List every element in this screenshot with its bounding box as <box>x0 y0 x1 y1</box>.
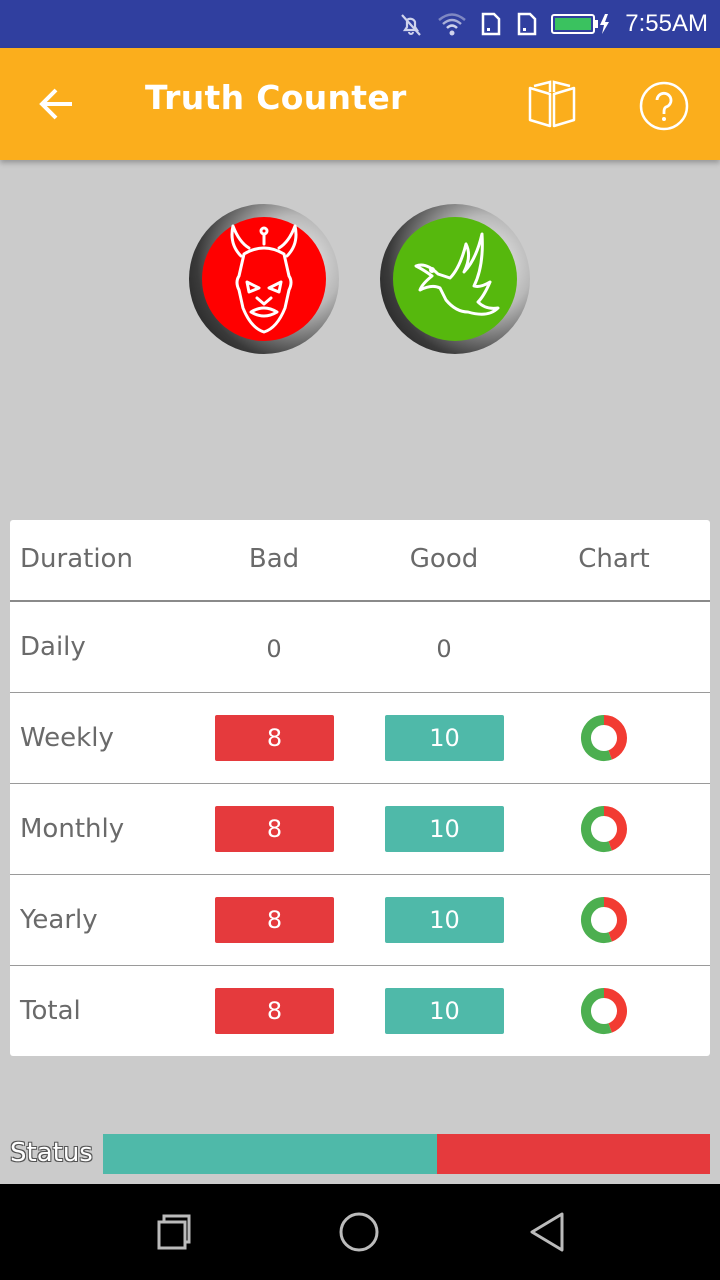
clock-time: 7:55AM <box>625 10 708 37</box>
table-row-monthly: Monthly 8 10 <box>10 784 710 875</box>
donut-good-segment <box>581 988 612 1034</box>
guide-button[interactable] <box>526 78 578 130</box>
donut-bad-segment <box>603 806 627 851</box>
donut-bad-segment <box>603 715 627 760</box>
donut-chart-icon[interactable] <box>579 713 629 763</box>
donut-chart-icon[interactable] <box>579 804 629 854</box>
good-count: 10 <box>385 715 504 761</box>
bad-count: 8 <box>215 806 334 852</box>
header-good: Good <box>409 544 479 574</box>
table-row-yearly: Yearly 8 10 <box>10 875 710 966</box>
book-icon <box>528 80 576 128</box>
recent-apps-icon <box>157 1214 191 1250</box>
donut-chart-icon[interactable] <box>579 895 629 945</box>
good-count: 0 <box>436 635 452 663</box>
donut-bad-segment <box>603 897 627 942</box>
page-title: Truth Counter <box>145 78 407 117</box>
header-duration: Duration <box>20 544 133 574</box>
table-row-daily: Daily 0 0 <box>10 602 710 693</box>
row-label: Daily <box>20 632 86 662</box>
donut-good-segment <box>581 806 612 852</box>
donut-chart-icon[interactable] <box>579 986 629 1036</box>
good-count: 10 <box>385 897 504 943</box>
recent-apps-button[interactable] <box>151 1210 195 1254</box>
back-triangle-icon <box>530 1212 564 1252</box>
sim-card-icon <box>518 12 537 36</box>
dove-icon <box>414 232 500 316</box>
back-arrow-icon <box>39 88 72 120</box>
home-button[interactable] <box>337 1210 381 1254</box>
donut-good-segment <box>581 897 612 943</box>
row-label: Monthly <box>20 814 125 844</box>
back-button[interactable] <box>30 82 82 126</box>
row-label: Yearly <box>20 905 98 935</box>
status-good-segment <box>103 1134 437 1174</box>
good-count: 10 <box>385 988 504 1034</box>
good-counter-button[interactable] <box>380 204 530 354</box>
donut-good-segment <box>581 715 612 761</box>
table-header: Duration Bad Good Chart <box>10 520 710 602</box>
stats-table: Duration Bad Good Chart Daily 0 0 Weekly… <box>10 520 710 1056</box>
good-count: 10 <box>385 806 504 852</box>
header-chart: Chart <box>578 544 650 574</box>
battery-charging-icon <box>551 14 610 34</box>
bad-count: 8 <box>215 897 334 943</box>
home-icon <box>339 1212 379 1252</box>
status-icons: 7:55AM <box>397 0 708 48</box>
row-label: Weekly <box>20 723 114 753</box>
status-ratio-bar <box>103 1134 710 1174</box>
app-bar: Truth Counter <box>0 48 720 160</box>
sim-card-icon <box>482 12 501 36</box>
table-row-weekly: Weekly 8 10 <box>10 693 710 784</box>
wifi-icon <box>438 13 467 36</box>
system-nav-bar <box>0 1184 720 1280</box>
bad-count: 8 <box>215 988 334 1034</box>
bad-count: 8 <box>215 715 334 761</box>
bad-count: 0 <box>266 635 282 663</box>
nav-back-button[interactable] <box>526 1210 570 1254</box>
status-bad-segment <box>436 1134 710 1174</box>
header-bad: Bad <box>248 544 300 574</box>
help-icon <box>639 81 689 131</box>
notifications-off-icon <box>401 14 422 36</box>
table-row-total: Total 8 10 <box>10 966 710 1056</box>
donut-bad-segment <box>603 988 627 1033</box>
devil-icon <box>230 224 298 334</box>
status-label: Status <box>10 1138 93 1168</box>
system-status-bar: 7:55AM <box>0 0 720 48</box>
bad-counter-button[interactable] <box>189 204 339 354</box>
row-label: Total <box>20 996 81 1026</box>
help-button[interactable] <box>638 80 690 132</box>
